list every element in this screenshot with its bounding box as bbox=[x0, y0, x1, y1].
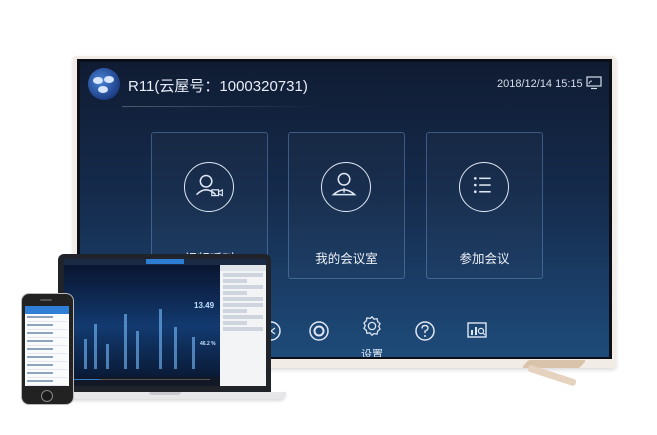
video-progress-track[interactable] bbox=[70, 379, 210, 380]
side-panel-row[interactable] bbox=[223, 297, 263, 301]
phone-list-item[interactable] bbox=[27, 348, 67, 354]
screen-cast-icon[interactable] bbox=[586, 76, 602, 90]
phone-list-item[interactable] bbox=[27, 332, 67, 338]
my-meeting-room-label: 我的会议室 bbox=[315, 252, 378, 266]
settings-gear-icon[interactable] bbox=[361, 315, 385, 339]
side-panel-header bbox=[220, 265, 266, 271]
join-meeting-label: 参加会议 bbox=[459, 252, 510, 266]
side-panel-row[interactable] bbox=[223, 321, 247, 325]
phone-screen bbox=[25, 306, 69, 386]
side-panel-row[interactable] bbox=[223, 291, 247, 295]
laptop-notch bbox=[149, 392, 181, 395]
video-skyline-bar bbox=[192, 337, 195, 369]
phone-list-item[interactable] bbox=[27, 380, 67, 386]
phone-list-item[interactable] bbox=[27, 356, 67, 362]
video-progress-fill bbox=[70, 379, 100, 380]
help-icon[interactable] bbox=[414, 320, 436, 342]
ring-logo-icon[interactable] bbox=[308, 320, 330, 342]
video-controls-bar[interactable] bbox=[64, 377, 220, 386]
side-panel-row[interactable] bbox=[223, 309, 247, 313]
phone-home-button[interactable] bbox=[41, 390, 53, 402]
phone-list-item[interactable] bbox=[27, 372, 67, 378]
video-call-icon bbox=[184, 162, 234, 212]
side-panel-row[interactable] bbox=[223, 315, 263, 319]
app-logo-icon bbox=[88, 68, 120, 100]
side-panel-row[interactable] bbox=[223, 273, 263, 277]
video-number-primary: 13.49 bbox=[194, 301, 215, 310]
video-number-secondary: 46.2 % bbox=[200, 341, 216, 347]
side-panel-row[interactable] bbox=[223, 327, 263, 331]
laptop-screen: 13.49 46.2 % bbox=[64, 259, 266, 386]
video-skyline-bar bbox=[94, 324, 97, 369]
video-skyline-bar bbox=[84, 339, 87, 369]
tv-stand bbox=[525, 360, 583, 386]
join-meeting-card[interactable]: 参加会议 bbox=[426, 132, 543, 279]
laptop-side-panel bbox=[220, 265, 266, 386]
window-title-highlight bbox=[146, 259, 184, 264]
datetime: 2018/12/14 15:15 bbox=[497, 78, 583, 90]
stats-icon[interactable] bbox=[466, 320, 488, 342]
side-panel-row[interactable] bbox=[223, 285, 263, 289]
phone-list-item[interactable] bbox=[27, 324, 67, 330]
phone-list-item[interactable] bbox=[27, 364, 67, 370]
video-skyline-bar bbox=[106, 344, 109, 369]
video-skyline-bar bbox=[174, 327, 177, 369]
my-meeting-room-icon bbox=[321, 162, 371, 212]
my-meeting-room-card[interactable]: 我的会议室 bbox=[288, 132, 405, 279]
video-skyline-bar bbox=[159, 309, 162, 369]
settings-label: 设置 bbox=[361, 349, 383, 357]
room-title: R11(云屋号：1000320731) bbox=[128, 78, 308, 95]
side-panel-row[interactable] bbox=[223, 279, 247, 283]
phone-speaker bbox=[40, 299, 52, 301]
side-panel-row[interactable] bbox=[223, 303, 263, 307]
video-skyline-bar bbox=[136, 331, 139, 369]
laptop-video-area: 13.49 46.2 % bbox=[64, 265, 220, 377]
join-meeting-icon bbox=[459, 162, 509, 212]
phone-list-item[interactable] bbox=[27, 340, 67, 346]
title-divider bbox=[122, 106, 322, 107]
phone-app-header bbox=[25, 306, 69, 314]
phone-list-item[interactable] bbox=[27, 316, 67, 322]
video-skyline-bar bbox=[124, 314, 127, 369]
